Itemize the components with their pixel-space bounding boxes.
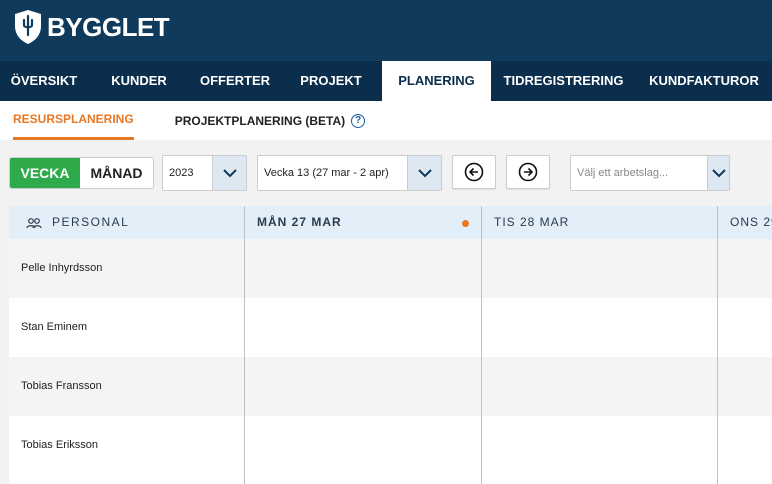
person-name[interactable]: Pelle Inhyrdsson — [21, 239, 102, 298]
column-divider — [481, 206, 482, 484]
column-divider — [244, 206, 245, 484]
brand-logo[interactable]: BYGGLET — [13, 8, 170, 46]
help-icon[interactable]: ? — [351, 113, 366, 128]
today-indicator — [462, 220, 469, 227]
nav-tidregistrering[interactable]: TIDREGISTRERING — [491, 61, 636, 101]
planning-toolbar: VECKA MÅNAD 2023 Vecka 13 (27 mar - 2 ap… — [0, 140, 772, 206]
planning-grid: PERSONAL MÅN 27 MAR TIS 28 MAR ONS 29 MA… — [9, 206, 772, 484]
chevron-down-icon — [212, 156, 246, 190]
team-select[interactable]: Välj ett arbetslag... — [570, 155, 730, 191]
chevron-down-icon — [707, 156, 729, 190]
view-week-button[interactable]: VECKA — [10, 158, 80, 188]
nav-projekt[interactable]: PROJEKT — [280, 61, 382, 101]
table-row: Pelle Inhyrdsson — [9, 239, 772, 298]
table-row: Tobias Eriksson — [9, 416, 772, 475]
personal-header: PERSONAL — [26, 206, 129, 239]
table-row: Stan Eminem — [9, 298, 772, 357]
tab-resursplanering[interactable]: RESURSPLANERING — [13, 101, 134, 140]
tab-projektplanering-label: PROJEKTPLANERING (BETA) — [174, 113, 346, 128]
person-name[interactable]: Stan Eminem — [21, 298, 87, 357]
table-row: Tobias Fransson — [9, 357, 772, 416]
day-header[interactable]: ONS 29 MAR — [730, 206, 772, 239]
previous-week-button[interactable] — [452, 155, 496, 189]
tab-projektplanering[interactable]: PROJEKTPLANERING (BETA) ? — [174, 101, 366, 140]
people-icon — [26, 217, 42, 228]
grid-header: PERSONAL MÅN 27 MAR TIS 28 MAR ONS 29 MA… — [9, 206, 772, 239]
nav-planering[interactable]: PLANERING — [382, 61, 491, 101]
nav-oversikt[interactable]: ÖVERSIKT — [0, 61, 88, 101]
main-nav: ÖVERSIKT KUNDER OFFERTER PROJEKT PLANERI… — [0, 61, 772, 101]
person-name[interactable]: Tobias Eriksson — [21, 416, 98, 475]
column-divider — [717, 206, 718, 484]
view-month-button[interactable]: MÅNAD — [80, 158, 153, 188]
next-week-button[interactable] — [506, 155, 550, 189]
team-select-placeholder: Välj ett arbetslag... — [577, 167, 669, 179]
personal-header-label: PERSONAL — [52, 215, 130, 229]
arrow-right-circle-icon — [518, 162, 538, 182]
nav-kundfakturor[interactable]: KUNDFAKTUROR — [636, 61, 772, 101]
shield-logo-icon — [15, 10, 41, 44]
brand-name: BYGGLET — [47, 11, 170, 42]
week-select-value: Vecka 13 (27 mar - 2 apr) — [264, 167, 389, 179]
day-header[interactable]: MÅN 27 MAR — [257, 206, 342, 239]
chevron-down-icon — [407, 156, 441, 190]
week-select[interactable]: Vecka 13 (27 mar - 2 apr) — [257, 155, 442, 191]
year-select-value: 2023 — [169, 167, 194, 179]
nav-offerter[interactable]: OFFERTER — [190, 61, 280, 101]
tab-resursplanering-label: RESURSPLANERING — [13, 112, 134, 126]
sub-nav: RESURSPLANERING PROJEKTPLANERING (BETA) … — [0, 101, 772, 140]
arrow-left-circle-icon — [464, 162, 484, 182]
view-toggle: VECKA MÅNAD — [9, 157, 154, 189]
top-bar: BYGGLET — [0, 0, 772, 61]
nav-kunder[interactable]: KUNDER — [88, 61, 190, 101]
day-header[interactable]: TIS 28 MAR — [494, 206, 569, 239]
year-select[interactable]: 2023 — [162, 155, 247, 191]
person-name[interactable]: Tobias Fransson — [21, 357, 102, 416]
